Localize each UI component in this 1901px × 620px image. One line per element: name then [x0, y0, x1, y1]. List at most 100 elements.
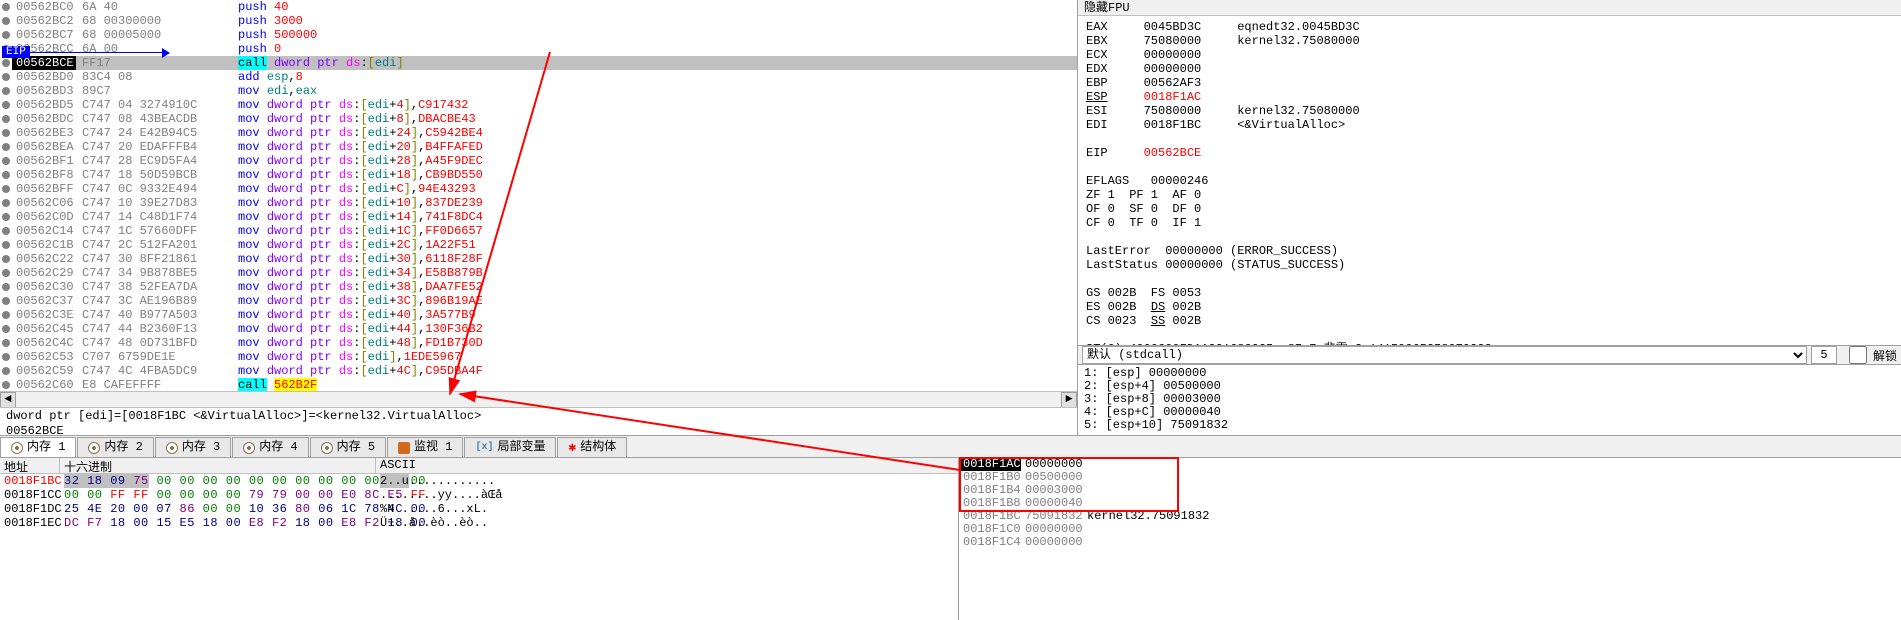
breakpoint-gutter[interactable] — [0, 224, 12, 238]
tab-内存 5[interactable]: 内存 5 — [310, 437, 386, 457]
stack-comment — [1083, 458, 1901, 471]
asm-row[interactable]: 00562C06C747 10 39E27D83mov dword ptr ds… — [0, 196, 1077, 210]
stack-row[interactable]: 0018F1B400003000 — [959, 484, 1901, 497]
asm-row[interactable]: 00562C53C707 6759DE1Emov dword ptr ds:[e… — [0, 350, 1077, 364]
breakpoint-gutter[interactable] — [0, 112, 12, 126]
asm-row[interactable]: 00562BC268 00300000push 3000 — [0, 14, 1077, 28]
call-convention-select[interactable]: 默认 (stdcall) — [1082, 346, 1807, 364]
breakpoint-gutter[interactable] — [0, 378, 12, 391]
asm-row[interactable]: 00562C60E8 CAFEFFFFcall 562B2F — [0, 378, 1077, 391]
call-args-list[interactable]: 1: [esp] 000000002: [esp+4] 005000003: [… — [1078, 365, 1901, 435]
dump-col-hex[interactable]: 十六进制 — [60, 458, 376, 473]
dump-row[interactable]: 0018F1ECDC F7 18 00 15 E5 18 00 E8 F2 18… — [0, 516, 958, 530]
scroll-track[interactable] — [16, 392, 1061, 407]
asm-row[interactable]: 00562C14C747 1C 57660DFFmov dword ptr ds… — [0, 224, 1077, 238]
breakpoint-gutter[interactable] — [0, 0, 12, 14]
breakpoint-gutter[interactable] — [0, 280, 12, 294]
stack-row[interactable]: 0018F1BC75091832kernel32.75091832 — [959, 510, 1901, 523]
asm-row[interactable]: 00562BEAC747 20 EDAFFFB4mov dword ptr ds… — [0, 140, 1077, 154]
breakpoint-gutter[interactable] — [0, 364, 12, 378]
fpu-toggle[interactable]: 隐藏FPU — [1078, 0, 1901, 16]
asm-row[interactable]: 00562C4CC747 48 0D731BFDmov dword ptr ds… — [0, 336, 1077, 350]
asm-row[interactable]: 00562BDCC747 08 43BEACDBmov dword ptr ds… — [0, 112, 1077, 126]
asm-instruction: mov dword ptr ds:[edi+38],DAA7FE52 — [232, 280, 1077, 294]
asm-row[interactable]: 00562BD389C7mov edi,eax — [0, 84, 1077, 98]
stack-row[interactable]: 0018F1B000500000 — [959, 471, 1901, 484]
stack-row[interactable]: 0018F1AC00000000 — [959, 458, 1901, 471]
dump-row[interactable]: 0018F1DC25 4E 20 00 07 86 00 00 10 36 80… — [0, 502, 958, 516]
asm-row[interactable]: 00562C3EC747 40 B977A503mov dword ptr ds… — [0, 308, 1077, 322]
arg-count-input[interactable] — [1811, 346, 1837, 364]
asm-row[interactable]: 00562BD083C4 08add esp,8 — [0, 70, 1077, 84]
tab-监视 1[interactable]: 监视 1 — [387, 437, 463, 457]
asm-row[interactable]: 00562BC06A 40push 40 — [0, 0, 1077, 14]
breakpoint-gutter[interactable] — [0, 196, 12, 210]
asm-row[interactable]: 00562BCEFF17call dword ptr ds:[edi] — [0, 56, 1077, 70]
asm-row[interactable]: 00562C45C747 44 B2360F13mov dword ptr ds… — [0, 322, 1077, 336]
asm-row[interactable]: 00562BF1C747 28 EC9D5FA4mov dword ptr ds… — [0, 154, 1077, 168]
tab-label: 内存 1 — [27, 438, 65, 457]
asm-address: 00562C4C — [12, 336, 76, 350]
breakpoint-gutter[interactable] — [0, 182, 12, 196]
dump-col-ascii[interactable]: ASCII — [376, 458, 958, 473]
breakpoint-gutter[interactable] — [0, 308, 12, 322]
stack-row[interactable]: 0018F1C000000000 — [959, 523, 1901, 536]
asm-row[interactable]: 00562C30C747 38 52FEA7DAmov dword ptr ds… — [0, 280, 1077, 294]
asm-row[interactable]: 00562BFFC747 0C 9332E494mov dword ptr ds… — [0, 182, 1077, 196]
breakpoint-gutter[interactable] — [0, 56, 12, 70]
stack-pane[interactable]: 0018F1AC000000000018F1B0005000000018F1B4… — [959, 458, 1901, 620]
dump-row[interactable]: 0018F1BC32 18 09 75 00 00 00 00 00 00 00… — [0, 474, 958, 488]
scroll-left-button[interactable]: ◄ — [0, 392, 16, 408]
tab-局部变量[interactable]: [x]局部变量 — [464, 437, 556, 457]
breakpoint-gutter[interactable] — [0, 70, 12, 84]
breakpoint-gutter[interactable] — [0, 98, 12, 112]
breakpoint-gutter[interactable] — [0, 336, 12, 350]
tab-内存 2[interactable]: 内存 2 — [77, 437, 153, 457]
breakpoint-gutter[interactable] — [0, 140, 12, 154]
breakpoint-gutter[interactable] — [0, 84, 12, 98]
asm-address: 00562BD5 — [12, 98, 76, 112]
breakpoint-gutter[interactable] — [0, 126, 12, 140]
dump-row[interactable]: 0018F1CC00 00 FF FF 00 00 00 00 79 79 00… — [0, 488, 958, 502]
unlock-checkbox[interactable]: 解锁 — [1841, 346, 1897, 364]
stack-row[interactable]: 0018F1C400000000 — [959, 536, 1901, 549]
asm-row[interactable]: 00562BE3C747 24 E42B94C5mov dword ptr ds… — [0, 126, 1077, 140]
breakpoint-gutter[interactable] — [0, 154, 12, 168]
asm-row[interactable]: 00562BD5C747 04 3274910Cmov dword ptr ds… — [0, 98, 1077, 112]
tab-内存 3[interactable]: 内存 3 — [155, 437, 231, 457]
memory-dump-pane[interactable]: 地址 十六进制 ASCII 0018F1BC32 18 09 75 00 00 … — [0, 458, 959, 620]
breakpoint-gutter[interactable] — [0, 252, 12, 266]
asm-bytes: C747 10 39E27D83 — [76, 196, 232, 210]
asm-row[interactable]: 00562C59C747 4C 4FBA5DC9mov dword ptr ds… — [0, 364, 1077, 378]
asm-row[interactable]: 00562C0DC747 14 C48D1F74mov dword ptr ds… — [0, 210, 1077, 224]
asm-bytes: C747 14 C48D1F74 — [76, 210, 232, 224]
asm-row[interactable]: 00562C37C747 3C AE196B89mov dword ptr ds… — [0, 294, 1077, 308]
asm-bytes: C747 18 50D59BCB — [76, 168, 232, 182]
disasm-hscroll[interactable]: ◄ ► — [0, 391, 1077, 407]
breakpoint-gutter[interactable] — [0, 28, 12, 42]
breakpoint-gutter[interactable] — [0, 294, 12, 308]
asm-row[interactable]: 00562BF8C747 18 50D59BCBmov dword ptr ds… — [0, 168, 1077, 182]
asm-instruction: mov dword ptr ds:[edi+24],C5942BE4 — [232, 126, 1077, 140]
asm-row[interactable]: 00562BC768 00005000push 500000 — [0, 28, 1077, 42]
breakpoint-gutter[interactable] — [0, 210, 12, 224]
asm-row[interactable]: 00562C22C747 30 8FF21861mov dword ptr ds… — [0, 252, 1077, 266]
asm-bytes: C747 20 EDAFFFB4 — [76, 140, 232, 154]
disassembly-view[interactable]: 00562BC06A 40push 4000562BC268 00300000p… — [0, 0, 1077, 391]
tab-结构体[interactable]: ✱结构体 — [557, 437, 627, 457]
call-arg[interactable]: 5: [esp+10] 75091832 — [1084, 419, 1895, 432]
breakpoint-gutter[interactable] — [0, 14, 12, 28]
breakpoint-gutter[interactable] — [0, 266, 12, 280]
asm-row[interactable]: 00562C1BC747 2C 512FA201mov dword ptr ds… — [0, 238, 1077, 252]
asm-address: 00562C14 — [12, 224, 76, 238]
asm-row[interactable]: 00562C29C747 34 9B878BE5mov dword ptr ds… — [0, 266, 1077, 280]
tab-内存 4[interactable]: 内存 4 — [232, 437, 308, 457]
dump-col-addr[interactable]: 地址 — [0, 458, 60, 473]
breakpoint-gutter[interactable] — [0, 350, 12, 364]
scroll-right-button[interactable]: ► — [1061, 392, 1077, 408]
registers-view[interactable]: EAX 0045BD3C eqnedt32.0045BD3CEBX 750800… — [1078, 16, 1901, 345]
breakpoint-gutter[interactable] — [0, 238, 12, 252]
breakpoint-gutter[interactable] — [0, 322, 12, 336]
tab-内存 1[interactable]: 内存 1 — [0, 437, 76, 457]
breakpoint-gutter[interactable] — [0, 168, 12, 182]
